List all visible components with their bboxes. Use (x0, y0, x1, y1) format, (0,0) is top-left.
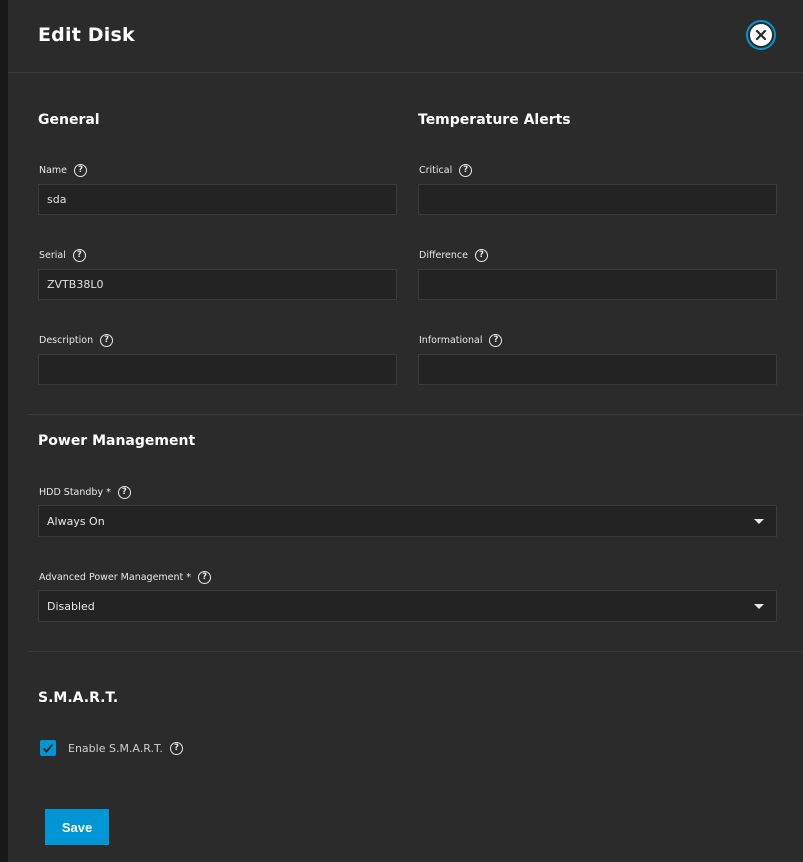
edit-disk-panel: Edit Disk General Name ? sda Serial ? ZV… (8, 0, 803, 862)
enable-smart-checkbox[interactable] (40, 740, 56, 756)
critical-label-text: Critical (419, 165, 453, 176)
help-icon[interactable]: ? (169, 742, 183, 755)
name-input-value: sda (47, 193, 67, 206)
section-divider (28, 414, 803, 415)
informational-label: Informational ? (419, 334, 503, 347)
critical-label: Critical ? (419, 164, 473, 177)
apm-value: Disabled (47, 599, 95, 613)
serial-input[interactable]: ZVTB38L0 (38, 269, 397, 300)
difference-label: Difference ? (419, 249, 488, 262)
help-icon[interactable]: ? (117, 486, 131, 499)
help-icon[interactable]: ? (74, 164, 88, 177)
dialog-header: Edit Disk (8, 0, 803, 73)
hdd-standby-select[interactable]: Always On (38, 505, 777, 537)
help-icon[interactable]: ? (198, 571, 212, 584)
hdd-standby-label-text: HDD Standby * (39, 487, 111, 498)
enable-smart-label: Enable S.M.A.R.T. ? (68, 742, 183, 755)
close-icon (750, 24, 772, 46)
apm-label-text: Advanced Power Management * (39, 572, 192, 583)
difference-label-text: Difference (419, 250, 468, 261)
help-icon[interactable]: ? (474, 249, 488, 262)
background-strip (0, 0, 8, 862)
name-label: Name ? (39, 164, 88, 177)
help-icon[interactable]: ? (100, 334, 114, 347)
temperature-section-title: Temperature Alerts (418, 112, 571, 128)
description-label-text: Description (39, 335, 94, 346)
apm-select[interactable]: Disabled (38, 590, 777, 622)
general-section-title: General (38, 112, 100, 128)
informational-input[interactable] (418, 354, 777, 385)
hdd-standby-label: HDD Standby * ? (39, 486, 131, 499)
section-divider (28, 651, 803, 652)
save-button[interactable]: Save (45, 809, 109, 845)
description-label: Description ? (39, 334, 114, 347)
dialog-title: Edit Disk (38, 24, 135, 46)
power-section-title: Power Management (38, 433, 196, 449)
apm-label: Advanced Power Management * ? (39, 571, 212, 584)
serial-label-text: Serial (39, 250, 66, 261)
description-input[interactable] (38, 354, 397, 385)
informational-label-text: Informational (419, 335, 483, 346)
hdd-standby-value: Always On (47, 514, 105, 528)
check-icon (42, 743, 54, 753)
help-icon[interactable]: ? (72, 249, 86, 262)
help-icon[interactable]: ? (489, 334, 503, 347)
smart-section-title: S.M.A.R.T. (38, 690, 119, 706)
difference-input[interactable] (418, 269, 777, 300)
enable-smart-label-text[interactable]: Enable S.M.A.R.T. (68, 742, 163, 755)
help-icon[interactable]: ? (459, 164, 473, 177)
close-button[interactable] (746, 20, 776, 50)
name-input[interactable]: sda (38, 184, 397, 215)
serial-label: Serial ? (39, 249, 86, 262)
serial-input-value: ZVTB38L0 (47, 278, 104, 291)
name-label-text: Name (39, 165, 68, 176)
caret-down-icon (754, 518, 764, 524)
critical-input[interactable] (418, 184, 777, 215)
caret-down-icon (754, 603, 764, 609)
